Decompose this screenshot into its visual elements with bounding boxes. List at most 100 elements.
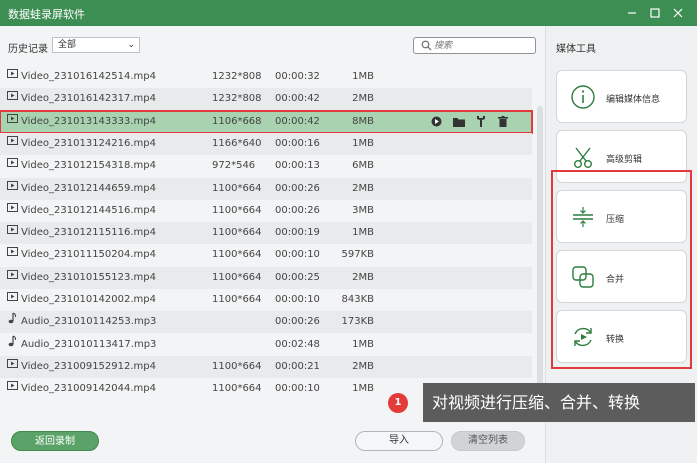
table-row[interactable]: Video_231012154318.mp4 972*546 00:00:13 6MB <box>0 155 532 177</box>
tip-text: 对视频进行压缩、合并、转换 <box>423 383 695 422</box>
file-resolution: 1232*808 <box>212 71 262 82</box>
file-name: Video_231012115116.mp4 <box>21 227 156 239</box>
table-row[interactable]: Video_231016142514.mp4 1232*808 00:00:32 1M… <box>0 66 532 88</box>
file-size: 1MB <box>352 227 374 239</box>
file-resolution: 1100*664 <box>212 271 262 283</box>
file-resolution: 1100*664 <box>212 182 262 194</box>
search-box[interactable] <box>413 37 536 54</box>
file-size: 2MB <box>352 182 374 194</box>
info-icon <box>571 85 595 109</box>
app-title: 数据蛙录屏软件 <box>8 8 85 21</box>
close-button[interactable] <box>668 3 688 23</box>
table-row[interactable]: Video_231009152912.mp4 1100*664 00:00:21 2M… <box>0 355 532 378</box>
table-row[interactable]: Video_231011150204.mp4 1100*664 00:00:10 59… <box>0 244 532 266</box>
file-resolution: 1100*664 <box>212 360 262 372</box>
video-file-icon <box>7 378 18 400</box>
file-name: Video_231010155123.mp4 <box>21 271 156 283</box>
minimize-button[interactable] <box>622 3 642 23</box>
filter-value: 全部 <box>58 40 77 50</box>
file-name: Video_231013124216.mp4 <box>21 137 156 149</box>
video-file-icon <box>7 111 18 133</box>
media-tools-title: 媒体工具 <box>556 44 596 55</box>
video-file-icon <box>7 244 18 266</box>
file-name: Video_231011150204.mp4 <box>21 249 156 261</box>
file-resolution: 1100*664 <box>212 227 262 239</box>
file-size: 6MB <box>352 160 374 172</box>
file-name: Video_231016142514.mp4 <box>21 71 156 82</box>
file-name: Video_231016142317.mp4 <box>21 93 156 105</box>
file-size: 597KB <box>341 249 374 261</box>
file-size: 1MB <box>352 383 374 395</box>
file-resolution: 1100*664 <box>212 204 262 216</box>
table-row[interactable]: Audio_231010113417.mp3 00:02:48 1MB <box>0 334 532 356</box>
table-row[interactable]: Video_231010155123.mp4 1100*664 00:00:25 2M… <box>0 266 532 289</box>
file-resolution: 1106*668 <box>212 115 262 127</box>
table-row[interactable]: Video_231010142002.mp4 1100*664 00:00:10 84… <box>0 289 532 311</box>
edit-media-info-card[interactable]: 编辑媒体信息 <box>556 70 687 123</box>
file-list: Video_231016142514.mp4 1232*808 00:00:32 1M… <box>0 66 535 408</box>
play-icon[interactable] <box>430 115 443 128</box>
file-size: 1MB <box>352 338 374 350</box>
tool-label: 高级剪辑 <box>606 155 643 165</box>
video-file-icon <box>7 289 18 311</box>
file-size: 2MB <box>352 271 374 283</box>
audio-file-icon <box>7 334 18 356</box>
table-row[interactable]: Video_231013124216.mp4 1166*640 00:00:16 1M… <box>0 132 532 155</box>
folder-icon[interactable] <box>452 115 465 128</box>
video-file-icon <box>7 200 18 222</box>
video-file-icon <box>7 356 18 378</box>
file-resolution: 972*546 <box>212 160 256 172</box>
file-resolution: 1100*664 <box>212 249 262 261</box>
maximize-button[interactable] <box>645 3 665 23</box>
step-badge: 1 <box>388 393 408 413</box>
video-file-icon <box>7 66 18 88</box>
search-icon <box>421 40 432 51</box>
import-button[interactable]: 导入 <box>355 431 443 451</box>
table-row[interactable]: Video_231012115116.mp4 1100*664 00:00:19 1M… <box>0 222 532 245</box>
table-row[interactable]: Video_231012144516.mp4 1100*664 00:00:26 3M… <box>0 200 532 222</box>
file-name: Video_231012154318.mp4 <box>21 160 156 172</box>
file-size: 173KB <box>341 316 374 328</box>
file-resolution: 1232*808 <box>212 93 262 105</box>
table-row[interactable]: Video_231016142317.mp4 1232*808 00:00:42 2M… <box>0 88 532 111</box>
video-file-icon <box>7 267 18 289</box>
tools-icon[interactable] <box>474 115 487 128</box>
file-size: 1MB <box>352 137 374 149</box>
file-size: 843KB <box>341 294 374 305</box>
file-name: Video_231012144659.mp4 <box>21 182 156 194</box>
table-row-selected[interactable]: Video_231013143333.mp4 1106*668 00:00:42 8M… <box>0 109 533 134</box>
search-input[interactable] <box>434 39 529 52</box>
file-size: 2MB <box>352 360 374 372</box>
file-name: Video_231010142002.mp4 <box>21 294 156 305</box>
minimize-icon <box>628 12 636 14</box>
video-file-icon <box>7 133 18 155</box>
close-icon <box>673 8 683 18</box>
file-name: Video_231012144516.mp4 <box>21 204 156 216</box>
title-bar: 数据蛙录屏软件 <box>0 0 697 26</box>
scissors-icon <box>573 147 592 169</box>
file-size: 1MB <box>352 71 374 82</box>
table-row[interactable]: Video_231012144659.mp4 1100*664 00:00:26 2M… <box>0 177 532 200</box>
file-name: Audio_231010114253.mp3 <box>21 316 157 328</box>
filter-select[interactable]: 全部 ⌄ <box>52 37 140 53</box>
video-file-icon <box>7 88 18 110</box>
tools-highlight-frame <box>551 170 692 369</box>
audio-file-icon <box>7 311 18 333</box>
trash-icon[interactable] <box>496 115 509 128</box>
table-row[interactable]: Audio_231010114253.mp3 00:00:26 173KB <box>0 311 532 334</box>
file-resolution: 1166*640 <box>212 137 262 149</box>
video-file-icon <box>7 178 18 200</box>
chevron-down-icon: ⌄ <box>127 40 135 50</box>
file-name: Audio_231010113417.mp3 <box>21 338 157 350</box>
history-label: 历史记录 <box>8 44 48 55</box>
clear-list-button[interactable]: 清空列表 <box>451 431 525 451</box>
file-size: 2MB <box>352 93 374 105</box>
file-size: 8MB <box>352 115 374 127</box>
file-name: Video_231009142044.mp4 <box>21 383 156 395</box>
file-size: 3MB <box>352 204 374 216</box>
file-name: Video_231009152912.mp4 <box>21 360 156 372</box>
video-file-icon <box>7 155 18 177</box>
tool-label: 编辑媒体信息 <box>606 95 661 105</box>
scrollbar[interactable] <box>537 106 543 406</box>
back-to-record-button[interactable]: 返回录制 <box>11 431 99 451</box>
